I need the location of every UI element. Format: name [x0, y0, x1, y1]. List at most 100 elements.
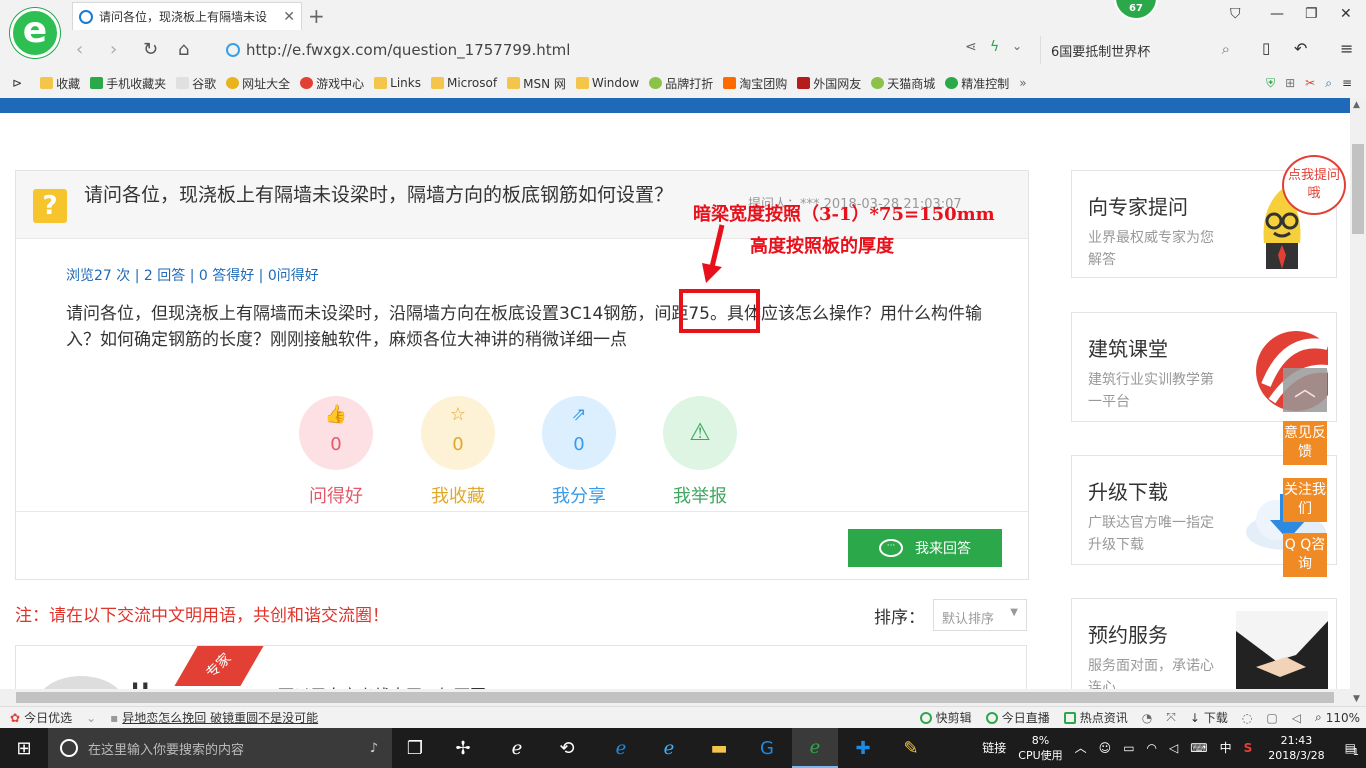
restore-button[interactable]: ❐ — [1305, 6, 1318, 22]
clock[interactable]: 21:43 2018/3/28 — [1268, 733, 1324, 763]
share-icon[interactable]: ⋖ — [965, 39, 977, 55]
status-quick-clip[interactable]: 快剪辑 — [919, 709, 972, 726]
shirt-icon[interactable]: ⛉ — [1230, 6, 1241, 22]
taskbar-search[interactable]: 在这里输入你要搜索的内容 ♪ — [48, 728, 392, 768]
reload-button[interactable]: ↻ — [143, 39, 158, 60]
bookmark-item[interactable]: 网址大全 — [226, 75, 290, 92]
mobile-icon[interactable]: ▯ — [1262, 39, 1270, 57]
tab-close-icon[interactable]: ✕ — [283, 9, 295, 25]
back-to-top-button[interactable]: ︿ — [1283, 368, 1327, 412]
chevron-up-icon[interactable]: ︿ — [1075, 741, 1087, 756]
scrollbar-thumb[interactable] — [1352, 144, 1364, 234]
search-icon[interactable]: ⌕ — [1325, 76, 1332, 91]
bookmark-item[interactable]: 外国网友 — [797, 75, 861, 92]
scissors-icon[interactable]: ✂ — [1305, 76, 1315, 90]
speed-icon[interactable]: ϟ — [990, 39, 999, 55]
status-news-link[interactable]: ▪ 异地恋怎么挽回 破镜重圆不是没可能 — [110, 709, 318, 726]
scroll-down-icon[interactable]: ▼ — [1353, 694, 1360, 704]
ask-bubble[interactable]: 点我提问哦 — [1282, 155, 1346, 215]
action-favorite[interactable]: ☆ 0 我收藏 — [408, 396, 508, 508]
menu-icon[interactable]: ≡ — [1342, 76, 1352, 90]
bookmark-item[interactable]: 品牌打折 — [649, 75, 713, 92]
battery-icon[interactable]: ▭ — [1123, 741, 1134, 756]
bookmark-item[interactable]: 手机收藏夹 — [90, 75, 166, 92]
browser-tab[interactable]: 请问各位，现浇板上有隔墙未设 ✕ — [72, 2, 302, 30]
search-icon[interactable]: ⌕ — [1222, 40, 1230, 58]
notification-center-icon[interactable]: ▤ 1 — [1345, 741, 1359, 758]
sogou-icon[interactable]: S — [1244, 741, 1253, 756]
people-icon[interactable]: ☺ — [1099, 741, 1112, 756]
horizontal-scrollbar[interactable] — [0, 689, 1350, 706]
url-field[interactable]: http://e.fwxgx.com/question_1757799.html — [218, 36, 1038, 64]
shield-icon[interactable]: ⛨ — [1266, 76, 1275, 91]
microphone-icon[interactable]: ♪ — [370, 741, 378, 756]
action-share[interactable]: ⇗ 0 我分享 — [529, 396, 629, 508]
pinwheel-app-icon[interactable]: ✢ — [440, 728, 486, 768]
bookmark-item[interactable]: Links — [374, 76, 421, 90]
action-report[interactable]: ⚠ 我举报 — [650, 396, 750, 508]
scrollbar-thumb[interactable] — [16, 692, 1334, 703]
notes-app-icon[interactable]: ✎ — [888, 728, 934, 768]
chevron-down-icon[interactable]: ⌄ — [86, 711, 96, 725]
sidebar-toggle-icon[interactable]: ⊳ — [12, 76, 22, 90]
minimize-button[interactable]: — — [1270, 6, 1284, 22]
refresh-icon[interactable]: ◌ — [1242, 711, 1252, 725]
edge-icon[interactable]: ℯ — [598, 728, 644, 768]
tray-links[interactable]: 链接 — [982, 741, 1006, 756]
bookmark-item[interactable]: 谷歌 — [176, 75, 216, 92]
qq-consult-button[interactable]: Q Q咨询 — [1283, 533, 1327, 577]
keyboard-icon[interactable]: ⌨ — [1190, 741, 1207, 756]
more-bookmarks-icon[interactable]: » — [1019, 76, 1026, 90]
forward-button[interactable]: › — [110, 39, 117, 60]
volume-icon[interactable]: ◁ — [1169, 741, 1178, 756]
sort-select[interactable]: 默认排序 ▼ — [933, 599, 1027, 631]
feedback-button[interactable]: 意见反馈 — [1283, 421, 1327, 465]
browser-active-icon[interactable]: ℯ — [792, 728, 838, 768]
status-hot-news[interactable]: 热点资讯 — [1063, 709, 1128, 726]
glodon-icon[interactable]: G — [744, 728, 790, 768]
question-stats[interactable]: 浏览27 次 | 2 回答 | 0 答得好 | 0问得好 — [66, 265, 319, 285]
system-tray: 链接 8% CPU使用 ︿ ☺ ▭ ◠ ◁ ⌨ 中 S 21:43 2018/3… — [976, 728, 1366, 768]
plus-app-icon[interactable]: ✚ — [840, 728, 886, 768]
status-live[interactable]: 今日直播 — [985, 709, 1050, 726]
sound-icon[interactable]: ◁ — [1292, 711, 1301, 725]
status-download[interactable]: ↓ 下载 — [1190, 709, 1228, 726]
speed-icon[interactable]: ◔ — [1142, 711, 1152, 725]
scroll-up-icon[interactable]: ▲ — [1353, 100, 1360, 110]
ie-icon[interactable]: ℯ — [646, 728, 692, 768]
browser-e-icon[interactable]: ℯ — [494, 728, 540, 768]
zoom-level[interactable]: ⌕ 110% — [1315, 710, 1360, 725]
ime-indicator[interactable]: 中 — [1220, 741, 1232, 756]
bookmark-item[interactable]: 精准控制 — [945, 75, 1009, 92]
close-window-button[interactable]: ✕ — [1340, 6, 1352, 22]
home-button[interactable]: ⌂ — [178, 39, 189, 60]
vertical-scrollbar[interactable]: ▲ ▼ — [1350, 98, 1366, 706]
chevron-down-icon[interactable]: ⌄ — [1012, 39, 1022, 53]
search-input[interactable]: 6国要抵制世界杯 ⌕ — [1040, 36, 1240, 64]
action-good-question[interactable]: 👍 0 问得好 — [286, 396, 386, 508]
pin-icon[interactable]: ⤧ — [1166, 710, 1176, 725]
back-button[interactable]: ‹ — [76, 39, 83, 60]
cpu-usage[interactable]: 8% CPU使用 — [1018, 733, 1062, 763]
notification-badge[interactable]: 67 — [1114, 0, 1158, 20]
bookmark-item[interactable]: Microsof — [430, 76, 497, 90]
reply-button[interactable]: ··· 我来回答 — [848, 529, 1002, 567]
undo-icon[interactable]: ↶ — [1294, 39, 1307, 58]
file-explorer-icon[interactable]: ▬ — [696, 728, 742, 768]
bookmark-item[interactable]: Window — [575, 76, 639, 90]
bookmark-item[interactable]: 淘宝团购 — [723, 75, 787, 92]
spiral-app-icon[interactable]: ⟲ — [544, 728, 590, 768]
bookmark-item[interactable]: MSN 网 — [507, 75, 566, 92]
start-button[interactable]: ⊞ — [0, 728, 48, 768]
task-view-icon[interactable]: ❐ — [392, 728, 438, 768]
menu-icon[interactable]: ≡ — [1340, 39, 1353, 58]
status-today-picks[interactable]: ✿ 今日优选 — [10, 709, 72, 726]
bookmark-item[interactable]: 游戏中心 — [300, 75, 364, 92]
bookmark-item[interactable]: 天猫商城 — [871, 75, 935, 92]
wifi-icon[interactable]: ◠ — [1147, 741, 1157, 756]
bookmark-item[interactable]: 收藏 — [40, 75, 80, 92]
follow-us-button[interactable]: 关注我们 — [1283, 478, 1327, 522]
new-tab-button[interactable]: + — [308, 4, 325, 28]
grid-icon[interactable]: ⊞ — [1285, 76, 1295, 90]
window-icon[interactable]: ▢ — [1266, 711, 1277, 725]
